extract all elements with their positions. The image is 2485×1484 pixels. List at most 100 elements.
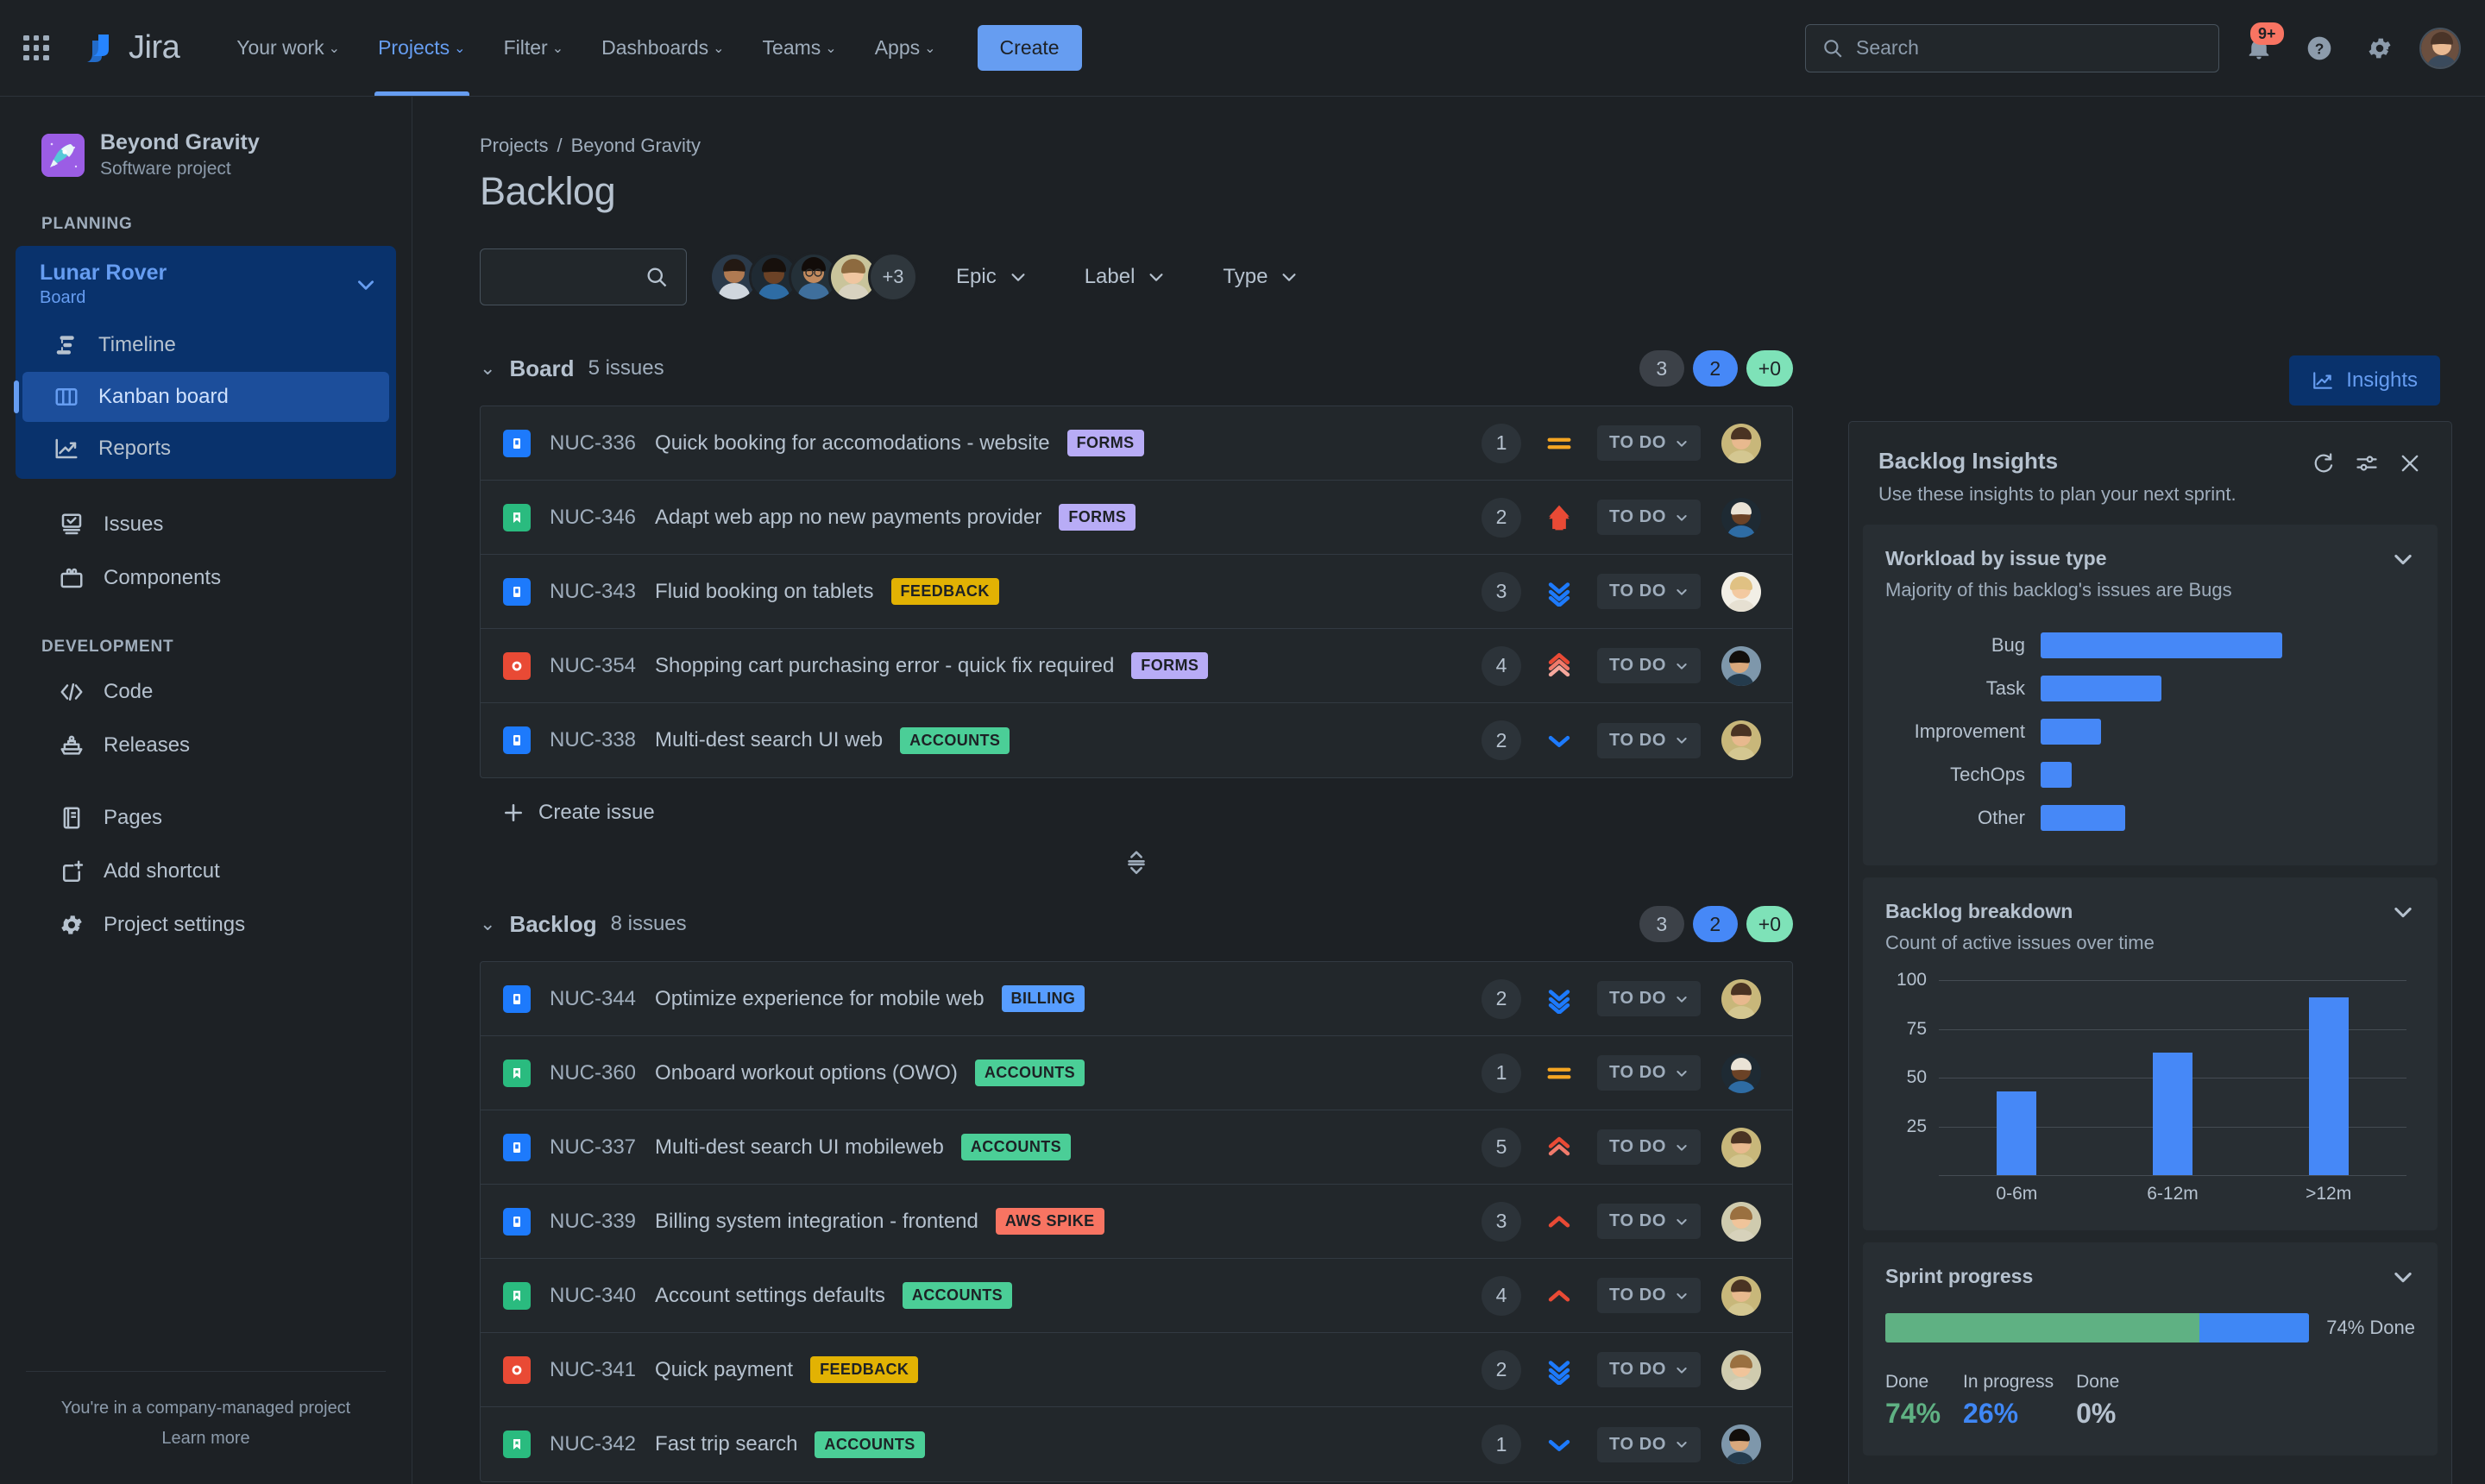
table-row[interactable]: NUC-339 Billing system integration - fro… xyxy=(481,1185,1792,1259)
table-row[interactable]: NUC-343 Fluid booking on tablets FEEDBAC… xyxy=(481,555,1792,629)
avatar[interactable] xyxy=(1721,1349,1761,1390)
avatar[interactable] xyxy=(1721,571,1761,612)
issue-summary[interactable]: Multi-dest search UI mobileweb xyxy=(655,1135,944,1160)
story-point-estimate[interactable]: 1 xyxy=(1482,1053,1522,1093)
issue-key[interactable]: NUC-354 xyxy=(550,654,636,678)
issue-key[interactable]: NUC-338 xyxy=(550,728,636,752)
table-row[interactable]: NUC-337 Multi-dest search UI mobileweb A… xyxy=(481,1110,1792,1185)
insights-toggle-button[interactable]: Insights xyxy=(2289,355,2440,406)
status-dropdown[interactable]: TO DO xyxy=(1597,1278,1701,1313)
status-dropdown[interactable]: TO DO xyxy=(1597,1129,1701,1165)
issue-summary[interactable]: Account settings defaults xyxy=(655,1284,885,1308)
story-point-estimate[interactable]: 4 xyxy=(1482,645,1522,686)
sidebar-item-reports[interactable]: Reports xyxy=(22,424,389,474)
issue-key[interactable]: NUC-340 xyxy=(550,1284,636,1308)
avatar[interactable] xyxy=(1721,720,1761,760)
sidebar-item-pages[interactable]: Pages xyxy=(24,793,387,843)
issue-summary[interactable]: Fluid booking on tablets xyxy=(655,580,874,604)
epic-tag[interactable]: FEEDBACK xyxy=(810,1356,919,1383)
story-point-estimate[interactable]: 2 xyxy=(1482,720,1522,760)
epic-tag[interactable]: FORMS xyxy=(1059,504,1136,531)
status-dropdown[interactable]: TO DO xyxy=(1597,1204,1701,1239)
status-badge[interactable]: 2 xyxy=(1692,350,1738,387)
close-icon[interactable] xyxy=(2398,451,2422,475)
chevron-down-icon[interactable]: ⌄ xyxy=(480,359,495,378)
issue-summary[interactable]: Billing system integration - frontend xyxy=(655,1210,978,1234)
chevron-down-icon[interactable] xyxy=(2391,900,2415,924)
issue-summary[interactable]: Shopping cart purchasing error - quick f… xyxy=(655,654,1114,678)
issue-summary[interactable]: Quick payment xyxy=(655,1358,793,1382)
table-row[interactable]: NUC-360 Onboard workout options (OWO) AC… xyxy=(481,1036,1792,1110)
story-point-estimate[interactable]: 1 xyxy=(1482,1424,1522,1464)
avatar[interactable] xyxy=(1721,497,1761,538)
issue-summary[interactable]: Optimize experience for mobile web xyxy=(655,987,985,1011)
nav-filter[interactable]: Filter ⌄ xyxy=(485,0,583,96)
issue-summary[interactable]: Fast trip search xyxy=(655,1432,797,1456)
epic-tag[interactable]: ACCOUNTS xyxy=(974,1060,1085,1086)
refresh-icon[interactable] xyxy=(2312,451,2336,475)
create-button[interactable]: Create xyxy=(977,25,1082,71)
status-dropdown[interactable]: TO DO xyxy=(1597,722,1701,758)
epic-tag[interactable]: FEEDBACK xyxy=(890,578,999,605)
table-row[interactable]: NUC-354 Shopping cart purchasing error -… xyxy=(481,629,1792,703)
issue-key[interactable]: NUC-337 xyxy=(550,1135,636,1160)
epic-tag[interactable]: ACCOUNTS xyxy=(815,1431,925,1458)
nav-apps[interactable]: Apps ⌄ xyxy=(856,0,955,96)
table-row[interactable]: NUC-336 Quick booking for accomodations … xyxy=(481,406,1792,481)
status-dropdown[interactable]: TO DO xyxy=(1597,1055,1701,1091)
table-row[interactable]: NUC-338 Multi-dest search UI web ACCOUNT… xyxy=(481,703,1792,777)
table-row[interactable]: NUC-344 Optimize experience for mobile w… xyxy=(481,962,1792,1036)
section-resize-handle[interactable] xyxy=(480,825,1793,877)
status-dropdown[interactable]: TO DO xyxy=(1597,1352,1701,1387)
status-dropdown[interactable]: TO DO xyxy=(1597,425,1701,461)
issue-summary[interactable]: Onboard workout options (OWO) xyxy=(655,1061,958,1085)
issue-key[interactable]: NUC-336 xyxy=(550,431,636,456)
issue-key[interactable]: NUC-360 xyxy=(550,1061,636,1085)
sidebar-item-components[interactable]: Components xyxy=(24,553,387,603)
filter-label[interactable]: Label xyxy=(1066,255,1186,299)
avatar[interactable] xyxy=(1721,645,1761,686)
sidebar-item-kanban-board[interactable]: Kanban board xyxy=(14,371,389,422)
avatar[interactable] xyxy=(1721,1201,1761,1242)
issue-key[interactable]: NUC-341 xyxy=(550,1358,636,1382)
avatar[interactable] xyxy=(2419,27,2461,69)
nav-dashboards[interactable]: Dashboards ⌄ xyxy=(582,0,743,96)
chevron-down-icon[interactable] xyxy=(2391,547,2415,571)
jira-home-link[interactable]: Jira xyxy=(83,29,180,66)
epic-tag[interactable]: ACCOUNTS xyxy=(900,726,1010,754)
nav-projects[interactable]: Projects ⌄ xyxy=(359,0,485,96)
issue-key[interactable]: NUC-339 xyxy=(550,1210,636,1234)
sidebar-footer-learn-more-link[interactable]: Learn more xyxy=(26,1422,386,1455)
status-dropdown[interactable]: TO DO xyxy=(1597,500,1701,535)
status-dropdown[interactable]: TO DO xyxy=(1597,981,1701,1016)
epic-tag[interactable]: BILLING xyxy=(1001,985,1085,1012)
breadcrumb-projects[interactable]: Projects xyxy=(480,135,548,157)
nav-teams[interactable]: Teams ⌄ xyxy=(744,0,856,96)
settings-button[interactable] xyxy=(2359,28,2400,69)
status-dropdown[interactable]: TO DO xyxy=(1597,574,1701,609)
epic-tag[interactable]: ACCOUNTS xyxy=(960,1134,1072,1160)
story-point-estimate[interactable]: 2 xyxy=(1482,497,1522,538)
sidebar-item-releases[interactable]: Releases xyxy=(24,720,387,770)
epic-tag[interactable]: AWS SPIKE xyxy=(995,1208,1104,1235)
sidebar-item-timeline[interactable]: Timeline xyxy=(22,320,389,370)
chevron-down-icon[interactable]: ⌄ xyxy=(480,915,495,934)
issue-summary[interactable]: Adapt web app no new payments provider xyxy=(655,506,1041,530)
global-search-input[interactable]: Search xyxy=(1805,23,2219,72)
avatar[interactable] xyxy=(1721,1127,1761,1167)
status-dropdown[interactable]: TO DO xyxy=(1597,1426,1701,1462)
story-point-estimate[interactable]: 5 xyxy=(1482,1127,1522,1167)
issue-summary[interactable]: Quick booking for accomodations - websit… xyxy=(655,431,1050,456)
story-point-estimate[interactable]: 3 xyxy=(1482,1201,1522,1242)
status-dropdown[interactable]: TO DO xyxy=(1597,648,1701,683)
table-row[interactable]: NUC-341 Quick payment FEEDBACK 2 TO DO xyxy=(481,1333,1792,1407)
table-row[interactable]: NUC-346 Adapt web app no new payments pr… xyxy=(481,481,1792,555)
sidebar-item-code[interactable]: Code xyxy=(24,667,387,717)
chevron-down-icon[interactable] xyxy=(2391,1265,2415,1289)
help-button[interactable]: ? xyxy=(2299,28,2340,69)
issue-key[interactable]: NUC-346 xyxy=(550,506,636,530)
filter-type[interactable]: Type xyxy=(1204,255,1318,299)
avatar[interactable] xyxy=(1721,1424,1761,1464)
sidebar-item-project-settings[interactable]: Project settings xyxy=(24,900,387,950)
backlog-search-input[interactable] xyxy=(480,248,687,305)
